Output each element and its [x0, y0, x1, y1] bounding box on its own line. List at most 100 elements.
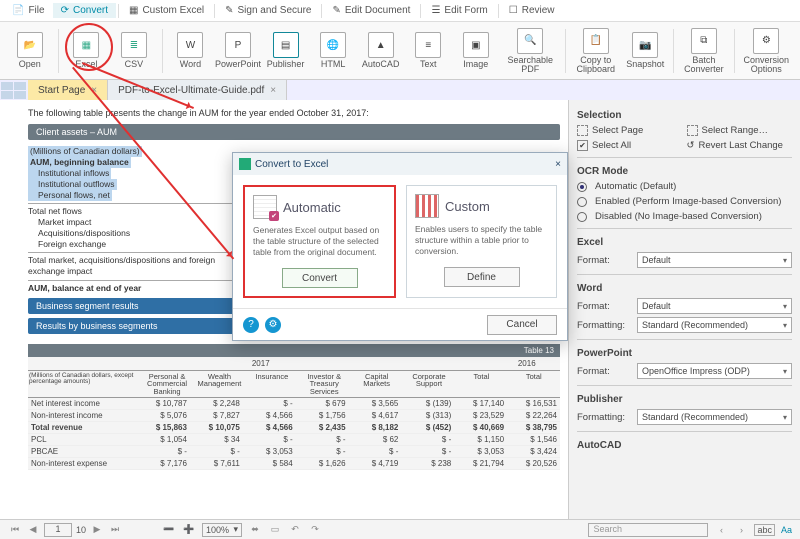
intro-text: The following table presents the change … [28, 108, 560, 118]
excel-header: Excel [577, 237, 792, 248]
edit-icon: ✎ [332, 5, 340, 16]
clipboard-icon: 📋 [583, 28, 609, 54]
search-input[interactable]: Search [588, 523, 708, 537]
menu-review[interactable]: ☐Review [501, 3, 563, 18]
undo-icon: ↺ [687, 140, 695, 151]
searchable-pdf-button[interactable]: 🔍Searchable PDF [500, 25, 561, 77]
next-page-button[interactable]: ▶ [90, 524, 104, 535]
folder-icon: 📂 [17, 32, 43, 58]
html-icon: 🌐 [320, 32, 346, 58]
revert-button[interactable]: ↺Revert Last Change [687, 140, 793, 151]
first-page-button[interactable]: ⏮ [8, 524, 22, 535]
menu-convert[interactable]: ⟳Convert [53, 3, 116, 18]
ppt-format-dropdown[interactable]: OpenOffice Impress (ODP) [637, 363, 792, 379]
select-range-button[interactable]: Select Range… [687, 125, 793, 136]
conversion-options-button[interactable]: ⚙Conversion Options [739, 25, 794, 77]
autocad-button[interactable]: ▲AutoCAD [357, 25, 405, 77]
word-formatting-dropdown[interactable]: Standard (Recommended) [637, 317, 792, 333]
rotate-left-icon[interactable]: ↶ [288, 524, 302, 535]
menu-custom-excel[interactable]: ▦Custom Excel [121, 3, 212, 18]
range-icon [687, 125, 698, 136]
automatic-option: Automatic Generates Excel output based o… [243, 185, 396, 298]
ocr-header: OCR Mode [577, 166, 792, 177]
batch-converter-button[interactable]: ⧉Batch Converter [678, 25, 730, 77]
copy-clipboard-button[interactable]: 📋Copy to Clipboard [570, 25, 622, 77]
close-icon[interactable]: × [91, 85, 97, 96]
publisher-formatting-dropdown[interactable]: Standard (Recommended) [637, 409, 792, 425]
grid-icon: ▦ [129, 5, 138, 16]
menu-sign-secure[interactable]: ✎Sign and Secure [217, 3, 319, 18]
last-page-button[interactable]: ⏭ [108, 524, 122, 535]
highlight-icon[interactable]: abc [754, 524, 775, 536]
prev-page-button[interactable]: ◀ [26, 524, 40, 535]
ocr-enabled-radio[interactable]: Enabled (Perform Image-based Conversion) [577, 196, 792, 207]
publisher-header: Publisher [577, 394, 792, 405]
page-total: 10 [76, 525, 86, 535]
publisher-button[interactable]: ▤Publisher [262, 25, 310, 77]
options-panel: Selection Select Page Select Range… ✔Sel… [568, 100, 800, 519]
page-number-input[interactable]: 1 [44, 523, 72, 537]
ocr-disabled-radio[interactable]: Disabled (No Image-based Conversion) [577, 211, 792, 222]
ppt-icon: P [225, 32, 251, 58]
close-icon[interactable]: × [270, 85, 276, 96]
search-next-icon[interactable]: › [734, 525, 748, 535]
app-icon [239, 158, 251, 170]
rotate-right-icon[interactable]: ↷ [308, 524, 322, 535]
view-mode-buttons[interactable] [0, 81, 28, 100]
image-icon: ▣ [463, 32, 489, 58]
html-button[interactable]: 🌐HTML [309, 25, 357, 77]
define-button[interactable]: Define [444, 267, 520, 287]
powerpoint-button[interactable]: PPowerPoint [214, 25, 262, 77]
page-icon [577, 125, 588, 136]
table-13: Table 13 20172016 (Millions of Canadian … [28, 344, 560, 471]
zoom-level-dropdown[interactable]: 100%▾ [202, 523, 242, 537]
text-button[interactable]: ≡Text [404, 25, 452, 77]
ocr-auto-radio[interactable]: Automatic (Default) [577, 181, 792, 192]
cancel-button[interactable]: Cancel [487, 315, 557, 335]
refresh-icon: ⟳ [61, 5, 69, 16]
menu-file[interactable]: 📄File [4, 3, 53, 18]
batch-icon: ⧉ [691, 28, 717, 54]
word-icon: W [177, 32, 203, 58]
image-button[interactable]: ▣Image [452, 25, 500, 77]
publisher-icon: ▤ [273, 32, 299, 58]
word-format-dropdown[interactable]: Default [637, 298, 792, 314]
status-bar: ⏮ ◀ 1 10 ▶ ⏭ ➖ ➕ 100%▾ ⬌ ▭ ↶ ↷ Search ‹ … [0, 519, 800, 539]
open-button[interactable]: 📂Open [6, 25, 54, 77]
fit-page-icon[interactable]: ▭ [268, 524, 282, 535]
select-page-button[interactable]: Select Page [577, 125, 683, 136]
file-icon: 📄 [12, 5, 24, 16]
csv-icon: ≣ [121, 32, 147, 58]
excel-format-dropdown[interactable]: Default [637, 252, 792, 268]
select-all-checkbox[interactable]: ✔Select All [577, 140, 683, 151]
custom-option: Custom Enables users to specify the tabl… [406, 185, 557, 298]
search-prev-icon[interactable]: ‹ [714, 525, 728, 535]
menu-edit-document[interactable]: ✎Edit Document [324, 3, 418, 18]
snapshot-button[interactable]: 📷Snapshot [622, 25, 670, 77]
word-button[interactable]: WWord [167, 25, 215, 77]
case-icon[interactable]: Aa [781, 525, 792, 535]
form-icon: ☰ [431, 5, 440, 16]
ribbon-toolbar: 📂Open ▦Excel ≣CSV WWord PPowerPoint ▤Pub… [0, 22, 800, 80]
close-icon[interactable]: × [555, 159, 561, 170]
document-tabs: Start Page× PDF-to-Excel-Ultimate-Guide.… [0, 80, 800, 100]
excel-button[interactable]: ▦Excel [63, 25, 111, 77]
tab-document[interactable]: PDF-to-Excel-Ultimate-Guide.pdf× [108, 80, 287, 100]
ppt-header: PowerPoint [577, 348, 792, 359]
gear-icon: ⚙ [753, 28, 779, 54]
csv-button[interactable]: ≣CSV [110, 25, 158, 77]
pen-icon: ✎ [225, 5, 233, 16]
zoom-out-button[interactable]: ➖ [162, 524, 176, 535]
convert-button[interactable]: Convert [282, 268, 358, 288]
menu-edit-form[interactable]: ☰Edit Form [423, 3, 495, 18]
checkbox-icon: ✔ [577, 140, 588, 151]
dialog-title: Convert to Excel [255, 159, 328, 170]
fit-width-icon[interactable]: ⬌ [248, 524, 262, 535]
autocad-header: AutoCAD [577, 440, 792, 451]
grid-custom-icon [415, 194, 439, 218]
tab-start-page[interactable]: Start Page× [28, 80, 108, 100]
settings-icon[interactable]: ⚙ [265, 317, 281, 333]
zoom-in-button[interactable]: ➕ [182, 524, 196, 535]
help-icon[interactable]: ? [243, 317, 259, 333]
camera-icon: 📷 [632, 32, 658, 58]
